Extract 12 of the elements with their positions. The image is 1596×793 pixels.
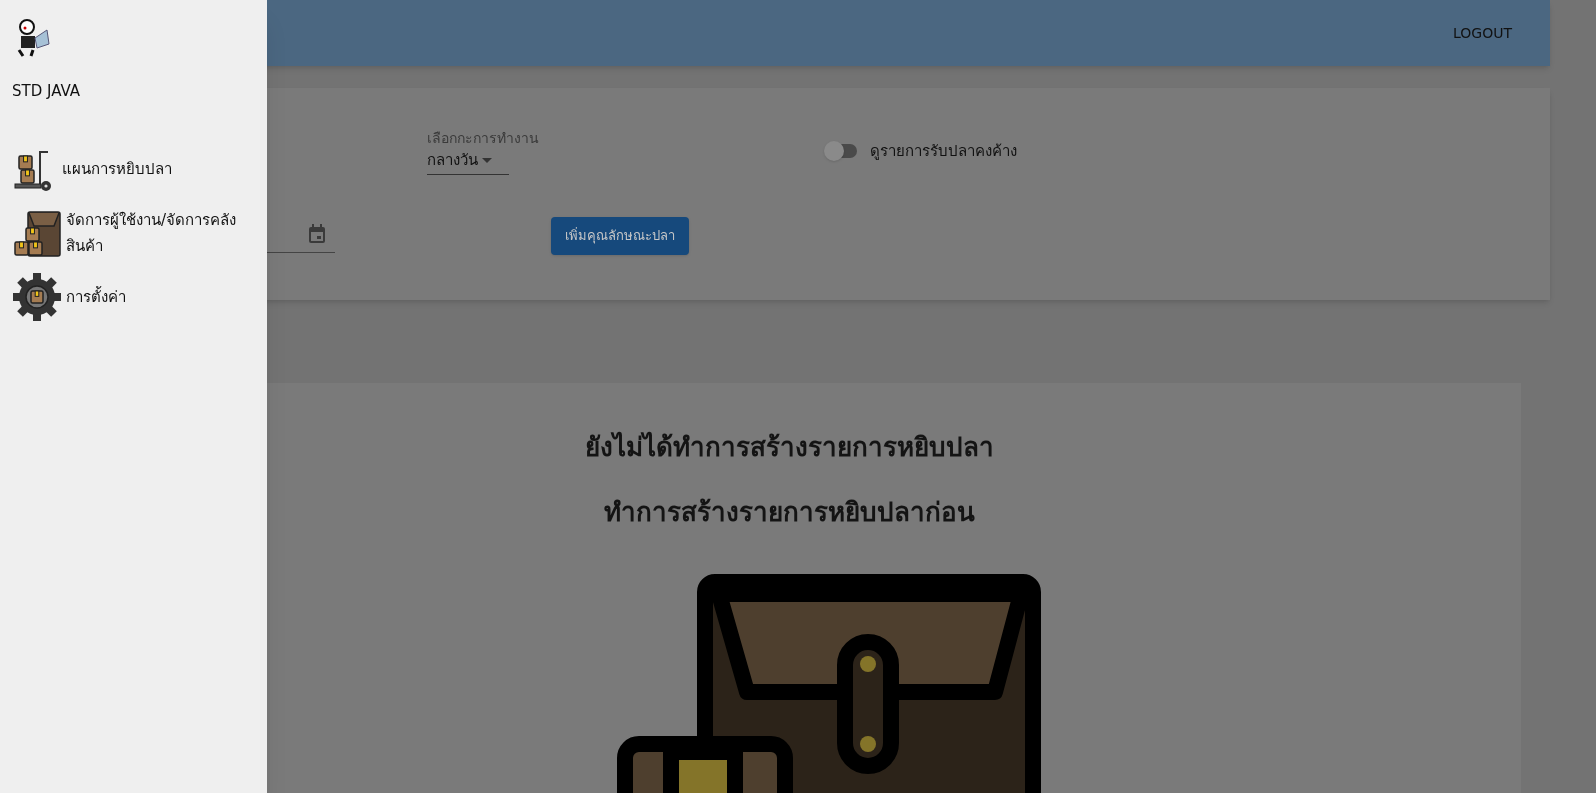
drawer-menu-item[interactable]: แผนการหยิบปลา: [0, 142, 267, 195]
add-fish-attribute-button[interactable]: เพิ่มคุณลักษณะปลา: [551, 216, 689, 255]
drawer-menu-item[interactable]: การตั้งค่า: [0, 270, 267, 323]
gear-box-icon: [12, 271, 62, 322]
shift-select[interactable]: เลือกกะการทำงาน กลางวัน: [427, 128, 539, 175]
calendar-icon: [307, 223, 327, 245]
empty-state-title: ยังไม่ได้ทำการสร้างรายการหยิบปลา: [585, 430, 994, 464]
app-name: STD JAVA: [12, 81, 82, 102]
drawer-menu-item[interactable]: จัดการผู้ใช้งาน/จัดการคลังสินค้า: [0, 206, 267, 259]
empty-state-subtitle: ทำการสร้างรายการหยิบปลาก่อน: [604, 496, 975, 529]
dropdown-caret-icon: [482, 157, 492, 163]
toggle-label: ดูรายการรับปลาคงค้าง: [870, 141, 1017, 162]
